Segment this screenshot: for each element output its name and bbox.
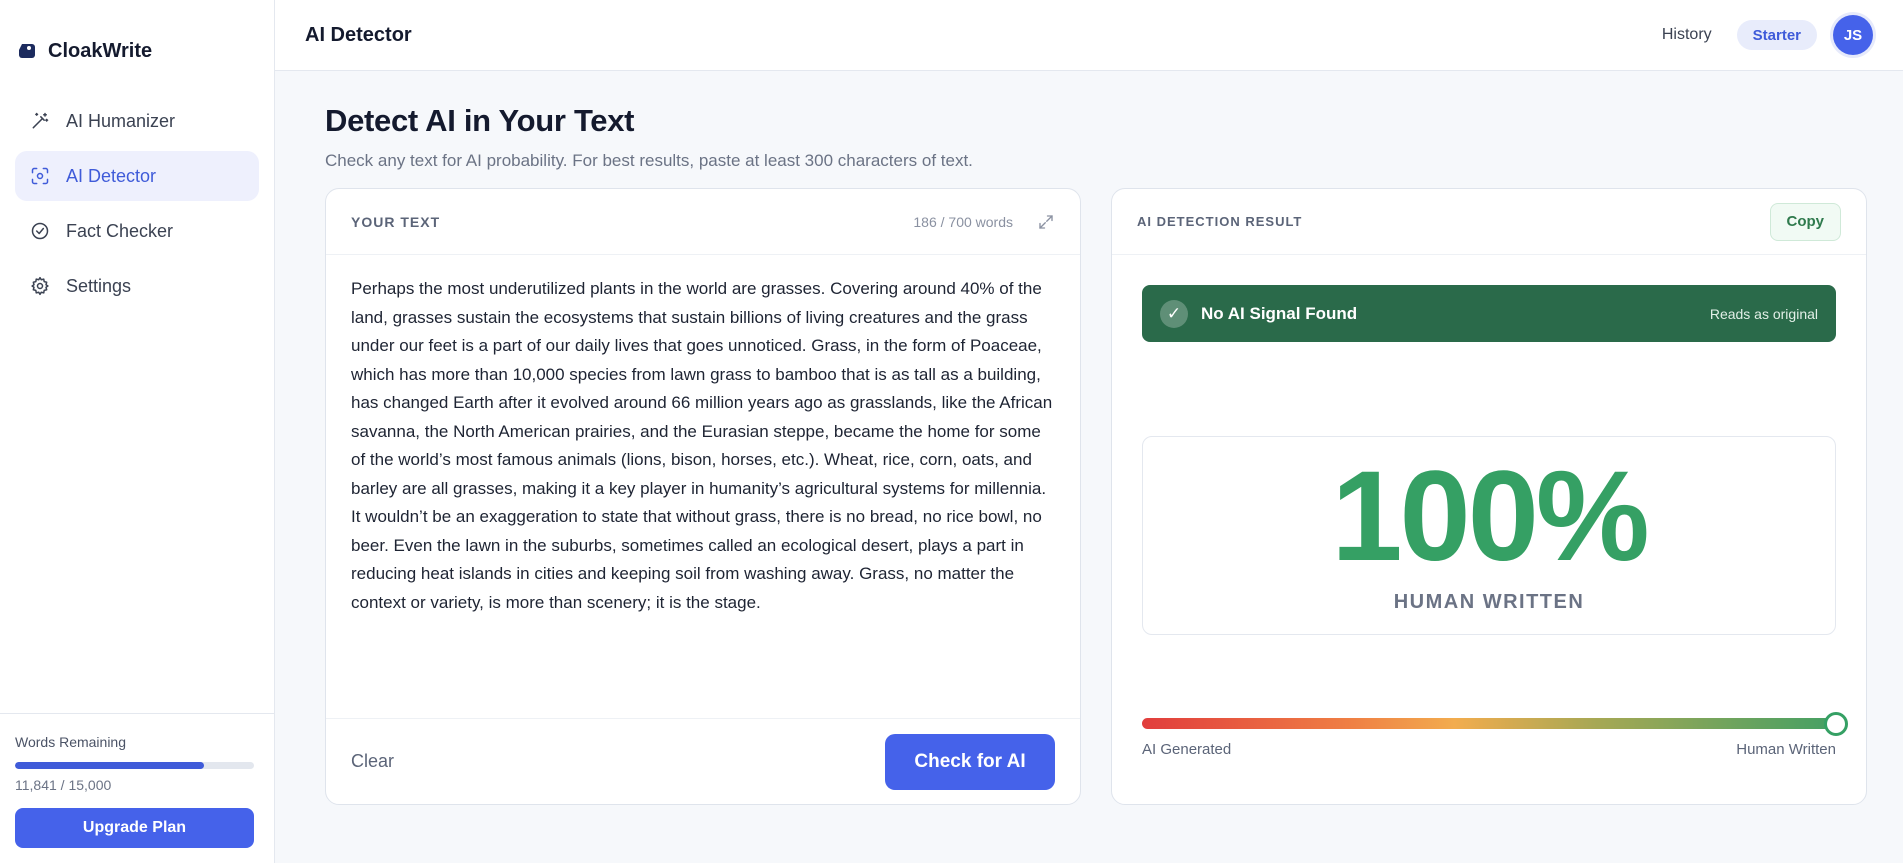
word-count: 186 / 700 words (913, 213, 1013, 230)
scan-face-icon (31, 167, 49, 185)
usage-section: Words Remaining 11,841 / 15,000 Upgrade … (0, 713, 274, 863)
brand[interactable]: CloakWrite (0, 0, 274, 68)
sidebar-item-settings[interactable]: Settings (15, 261, 259, 311)
checkmark-icon: ✓ (1160, 299, 1188, 328)
score-card: 100% HUMAN WRITTEN (1142, 436, 1836, 635)
sidebar-item-ai-detector[interactable]: AI Detector (15, 151, 259, 201)
cloak-logo-icon (19, 44, 35, 58)
gauge-right-label: Human Written (1736, 741, 1836, 758)
app-root: CloakWrite AI Humanizer AI Detector Fact… (0, 0, 1903, 863)
page-subtitle: Check any text for AI probability. For b… (325, 151, 973, 170)
banner-title: No AI Signal Found (1201, 303, 1358, 323)
gauge-knob (1824, 711, 1848, 736)
words-remaining-count: 11,841 / 15,000 (15, 777, 112, 793)
check-for-ai-button[interactable]: Check for AI (885, 733, 1055, 790)
upgrade-plan-button[interactable]: Upgrade Plan (15, 808, 254, 848)
sidebar-item-label: Fact Checker (66, 220, 174, 241)
page-title: Detect AI in Your Text (325, 103, 635, 138)
topbar-title: AI Detector (305, 23, 412, 46)
result-panel: AI DETECTION RESULT Copy ✓ No AI Signal … (1111, 188, 1867, 805)
sidebar-item-label: AI Humanizer (66, 110, 176, 131)
topbar: AI Detector History Starter JS (275, 0, 1903, 71)
input-panel-header: YOUR TEXT 186 / 700 words (326, 189, 1080, 255)
main-area: AI Detector History Starter JS Detect AI… (275, 0, 1903, 863)
sidebar-item-fact-checker[interactable]: Fact Checker (15, 206, 259, 256)
magic-wand-icon (32, 112, 49, 129)
sidebar-item-ai-humanizer[interactable]: AI Humanizer (15, 96, 259, 146)
score-value: 100% (1331, 445, 1649, 588)
avatar[interactable]: JS (1833, 15, 1873, 55)
gauge-track (1142, 711, 1848, 736)
page-content: Detect AI in Your Text Check any text fo… (275, 71, 1903, 805)
words-remaining-label: Words Remaining (15, 734, 127, 750)
sidebar-nav: AI Humanizer AI Detector Fact Checker Se… (0, 96, 274, 316)
sidebar-item-label: AI Detector (66, 165, 157, 186)
gear-icon (31, 276, 49, 296)
input-panel-label: YOUR TEXT (351, 213, 441, 230)
result-panel-label: AI DETECTION RESULT (1137, 214, 1303, 229)
topbar-actions: History Starter JS (1662, 15, 1873, 55)
sidebar-item-label: Settings (66, 275, 132, 296)
text-input-area[interactable]: Perhaps the most underutilized plants in… (326, 255, 1080, 637)
copy-button[interactable]: Copy (1769, 202, 1841, 241)
score-gauge: AI Generated Human Written (1142, 711, 1848, 758)
plan-badge[interactable]: Starter (1736, 20, 1817, 50)
history-link[interactable]: History (1662, 26, 1712, 44)
result-panel-header: AI DETECTION RESULT Copy (1112, 189, 1866, 255)
gauge-labels: AI Generated Human Written (1142, 741, 1836, 758)
score-label: HUMAN WRITTEN (1393, 591, 1585, 613)
expand-icon[interactable] (1037, 213, 1055, 231)
panels: YOUR TEXT 186 / 700 words Perhaps the mo… (325, 188, 1903, 805)
result-banner: ✓ No AI Signal Found Reads as original (1142, 285, 1836, 342)
words-progress-fill (15, 762, 204, 769)
words-progress-bar (15, 762, 254, 769)
clear-button[interactable]: Clear (351, 751, 394, 772)
gauge-left-label: AI Generated (1142, 741, 1232, 758)
check-circle-icon (31, 222, 49, 240)
brand-name: CloakWrite (48, 39, 153, 62)
input-panel-footer: Clear Check for AI (326, 718, 1080, 804)
banner-note: Reads as original (1709, 305, 1818, 322)
sidebar: CloakWrite AI Humanizer AI Detector Fact… (0, 0, 275, 863)
input-panel: YOUR TEXT 186 / 700 words Perhaps the mo… (325, 188, 1081, 805)
